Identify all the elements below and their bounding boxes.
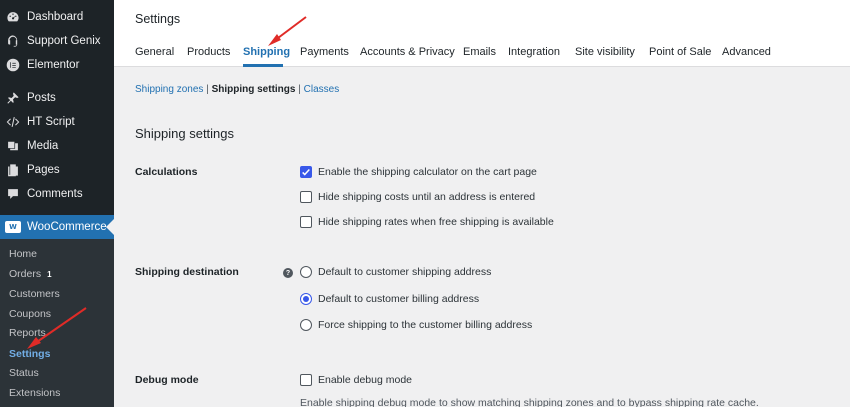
tab-site-visibility[interactable]: Site visibility [575, 46, 635, 58]
checkmark-icon [302, 168, 310, 176]
sidebar-item-woocommerce[interactable]: W WooCommerce [0, 215, 114, 239]
section-title: Shipping settings [135, 126, 235, 141]
submenu-item-orders[interactable]: Orders 1 [9, 268, 52, 280]
sidebar-item-media[interactable]: Media [0, 135, 114, 157]
submenu-item-status[interactable]: Status [9, 367, 39, 379]
dashboard-icon [6, 10, 20, 24]
active-tab-indicator [243, 64, 283, 67]
submenu-item-customers[interactable]: Customers [9, 288, 60, 300]
hide-shipping-costs-option[interactable]: Hide shipping costs until an address is … [300, 191, 535, 203]
tab-general[interactable]: General [135, 46, 174, 58]
enable-shipping-calculator-option[interactable]: Enable the shipping calculator on the ca… [300, 166, 537, 178]
default-shipping-address-radio[interactable] [300, 266, 312, 278]
subnav-shipping-settings[interactable]: Shipping settings [212, 84, 296, 95]
tab-advanced[interactable]: Advanced [722, 46, 771, 58]
sidebar-item-ht-script[interactable]: HT Script [0, 111, 114, 133]
enable-shipping-calculator-checkbox[interactable] [300, 166, 312, 178]
tab-shipping[interactable]: Shipping [243, 46, 290, 58]
support-icon [6, 34, 20, 48]
subnav-classes[interactable]: Classes [304, 84, 340, 95]
sidebar-item-support-genix[interactable]: Support Genix [0, 30, 114, 52]
subnav-separator: | [298, 84, 301, 95]
media-icon [6, 139, 20, 153]
sidebar-item-dashboard[interactable]: Dashboard [0, 6, 114, 28]
calculations-label: Calculations [135, 166, 198, 178]
default-shipping-address-option[interactable]: Default to customer shipping address [300, 266, 491, 278]
tab-accounts-privacy[interactable]: Accounts & Privacy [360, 46, 455, 58]
submenu-item-reports[interactable]: Reports [9, 327, 46, 339]
debug-mode-label: Debug mode [135, 374, 199, 386]
force-billing-address-option[interactable]: Force shipping to the customer billing a… [300, 319, 532, 331]
orders-count-badge: 1 [47, 270, 52, 279]
sidebar-item-posts[interactable]: Posts [0, 87, 114, 109]
force-billing-address-radio[interactable] [300, 319, 312, 331]
hide-shipping-costs-checkbox[interactable] [300, 191, 312, 203]
shipping-destination-label: Shipping destination [135, 266, 239, 278]
hide-shipping-rates-option[interactable]: Hide shipping rates when free shipping i… [300, 216, 554, 228]
enable-debug-mode-option[interactable]: Enable debug mode [300, 374, 412, 386]
sidebar-item-elementor[interactable]: Elementor [0, 54, 114, 76]
pin-icon [6, 91, 20, 105]
default-billing-address-option[interactable]: Default to customer billing address [300, 293, 479, 305]
tab-integration[interactable]: Integration [508, 46, 560, 58]
subnav-separator: | [206, 84, 209, 95]
elementor-icon [6, 58, 20, 72]
sidebar-item-pages[interactable]: Pages [0, 159, 114, 181]
tab-payments[interactable]: Payments [300, 46, 349, 58]
woocommerce-submenu: Home Orders 1 Customers Coupons Reports S… [0, 239, 114, 407]
submenu-item-home[interactable]: Home [9, 248, 37, 260]
help-tip-icon[interactable]: ? [283, 268, 293, 278]
submenu-item-settings[interactable]: Settings [9, 348, 50, 360]
sidebar-item-comments[interactable]: Comments [0, 183, 114, 205]
page-title: Settings [135, 12, 181, 26]
tab-point-of-sale[interactable]: Point of Sale [649, 46, 711, 58]
submenu-item-coupons[interactable]: Coupons [9, 308, 51, 320]
debug-mode-description: Enable shipping debug mode to show match… [300, 397, 759, 407]
tab-products[interactable]: Products [187, 46, 230, 58]
admin-sidebar: Dashboard Support Genix Elementor Posts … [0, 0, 114, 407]
settings-header: Settings General Products Shipping Payme… [114, 0, 850, 67]
enable-debug-mode-checkbox[interactable] [300, 374, 312, 386]
current-menu-arrow [106, 219, 114, 235]
tab-emails[interactable]: Emails [463, 46, 496, 58]
woocommerce-icon: W [5, 221, 21, 233]
subnav-shipping-zones[interactable]: Shipping zones [135, 84, 203, 95]
comments-icon [6, 187, 20, 201]
submenu-item-extensions[interactable]: Extensions [9, 387, 60, 399]
pages-icon [6, 163, 20, 177]
hide-shipping-rates-checkbox[interactable] [300, 216, 312, 228]
default-billing-address-radio[interactable] [300, 293, 312, 305]
code-icon [6, 115, 20, 129]
shipping-subnav: Shipping zones | Shipping settings | Cla… [135, 84, 339, 95]
